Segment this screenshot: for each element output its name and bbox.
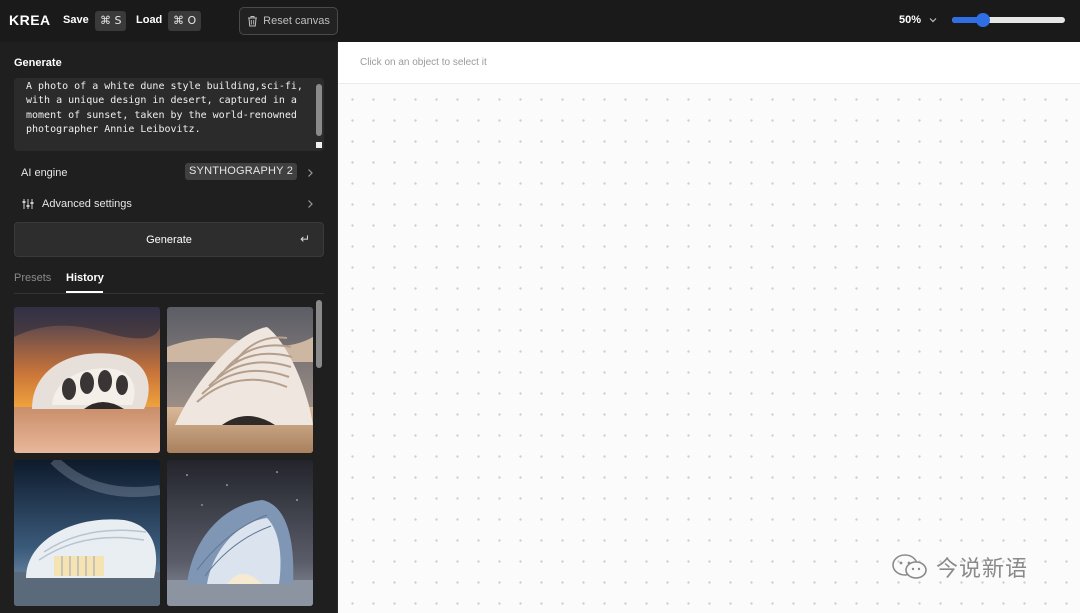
prompt-textarea[interactable]: A photo of a white dune style building,s… (14, 78, 324, 151)
chevron-right-icon (308, 200, 313, 208)
tab-bar: Presets History (14, 270, 324, 294)
zoom-slider-handle[interactable] (975, 13, 990, 27)
ai-engine-row[interactable]: AI engine SYNTHOGRAPHY 2 (14, 159, 324, 187)
history-scrollbar[interactable] (316, 300, 322, 368)
watermark: 今说新语 (890, 551, 1028, 583)
reset-canvas-button[interactable]: Reset canvas (239, 7, 338, 35)
chevron-down-icon[interactable] (928, 15, 938, 25)
canvas-area[interactable]: Click on an object to select it (338, 42, 1080, 613)
generate-button[interactable]: Generate ↵ (14, 222, 324, 257)
prompt-scrollbar[interactable] (316, 84, 322, 136)
sliders-icon (22, 199, 34, 209)
reset-canvas-label: Reset canvas (263, 15, 330, 27)
generate-heading: Generate (14, 57, 62, 69)
load-shortcut: ⌘ O (168, 11, 202, 31)
canvas-header: Click on an object to select it (338, 42, 1080, 84)
history-image-night-building[interactable] (14, 460, 160, 606)
history-image-blue-building[interactable] (167, 460, 313, 606)
advanced-settings-row[interactable]: Advanced settings (14, 190, 324, 218)
tab-history[interactable]: History (66, 272, 104, 284)
ai-engine-label: AI engine (21, 167, 68, 179)
watermark-text: 今说新语 (936, 557, 1029, 582)
canvas-hint: Click on an object to select it (360, 57, 487, 68)
ai-engine-badge: SYNTHOGRAPHY 2 (185, 163, 298, 180)
trash-icon (248, 16, 258, 27)
prompt-text[interactable]: A photo of a white dune style building,s… (26, 80, 311, 137)
generate-button-label: Generate (146, 233, 192, 246)
active-tab-indicator (66, 291, 103, 293)
sidebar: Generate A photo of a white dune style b… (0, 42, 338, 613)
save-shortcut: ⌘ S (95, 11, 127, 31)
krea-logo[interactable]: KREA (9, 12, 51, 28)
save-button[interactable]: Save (63, 14, 89, 26)
wechat-icon (892, 554, 927, 579)
chevron-right-icon (308, 169, 313, 177)
zoom-slider[interactable] (952, 13, 1065, 27)
advanced-settings-label: Advanced settings (42, 198, 132, 210)
resize-handle[interactable] (316, 142, 322, 148)
enter-key-icon: ↵ (299, 232, 310, 246)
history-image-dune-building[interactable] (167, 307, 313, 453)
tab-presets[interactable]: Presets (14, 272, 51, 284)
load-button[interactable]: Load (136, 14, 162, 26)
zoom-level[interactable]: 50% (899, 14, 921, 26)
top-bar: KREA Save ⌘ S Load ⌘ O Reset canvas 50% (0, 0, 1080, 42)
history-image-sunset-building[interactable] (14, 307, 160, 453)
